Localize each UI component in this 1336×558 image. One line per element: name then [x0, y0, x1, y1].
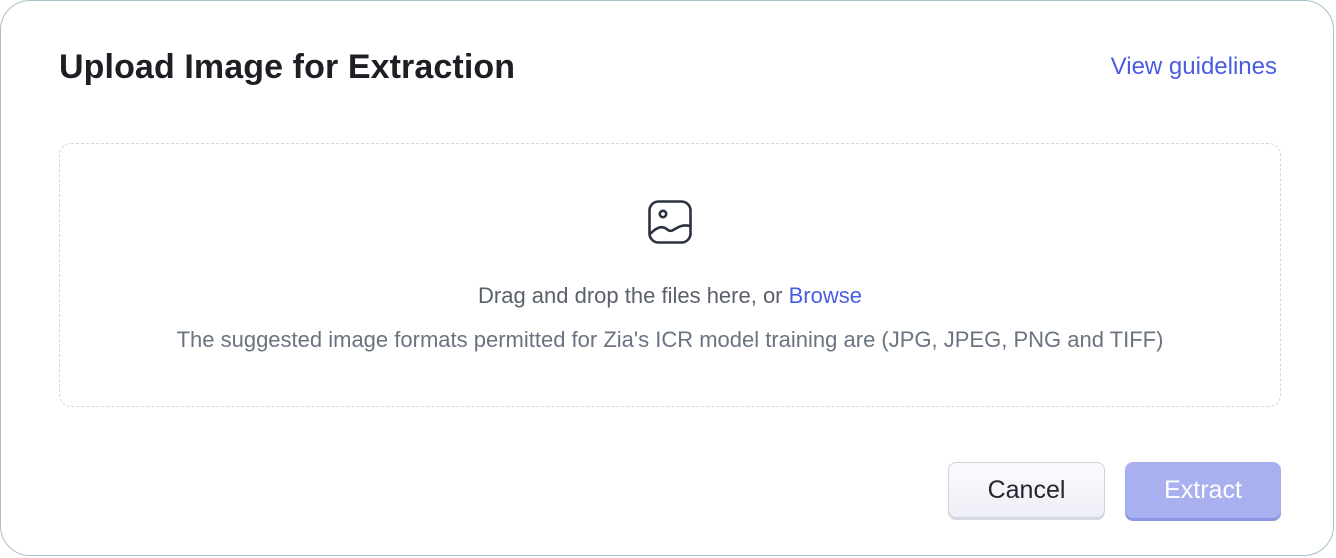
drop-instructions: Drag and drop the files here, or Browse	[60, 282, 1280, 310]
view-guidelines-link[interactable]: View guidelines	[1111, 52, 1277, 82]
drop-prompt-text: Drag and drop the files here, or	[478, 283, 789, 308]
supported-formats-text: The suggested image formats permitted fo…	[176, 327, 1164, 352]
cancel-button[interactable]: Cancel	[948, 462, 1105, 518]
upload-dialog: Upload Image for Extraction View guideli…	[0, 0, 1334, 556]
browse-link[interactable]: Browse	[789, 283, 862, 308]
dialog-title: Upload Image for Extraction	[59, 48, 516, 86]
image-icon	[648, 200, 692, 244]
extract-button[interactable]: Extract	[1125, 462, 1281, 518]
file-dropzone[interactable]: Drag and drop the files here, or Browse …	[59, 143, 1281, 407]
